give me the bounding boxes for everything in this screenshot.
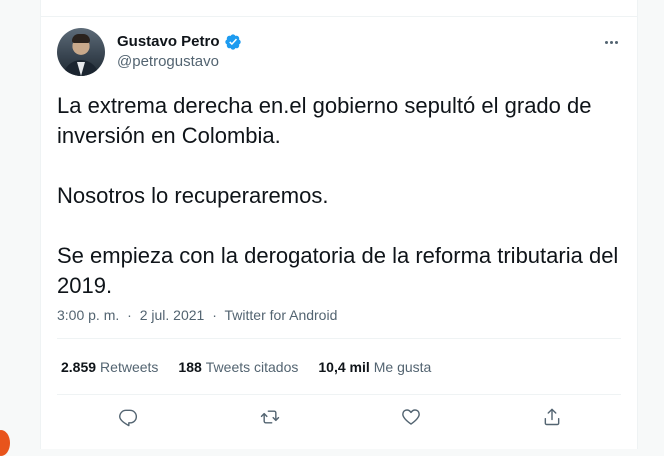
tweet-card: Gustavo Petro @petrogustavo La extrema d… [40,0,638,449]
likes-stat[interactable]: 10,4 mil Me gusta [318,357,431,377]
reply-icon [119,409,138,427]
likes-label: Me gusta [373,359,432,375]
meta-separator: · [127,307,132,323]
divider [57,338,621,339]
more-dots-icon[interactable] [601,32,621,52]
background-decoration [0,430,10,456]
retweets-count: 2.859 [61,359,97,375]
tweet-text: La extrema derecha en.el gobierno sepult… [57,93,619,298]
retweet-button[interactable] [257,404,283,430]
like-button[interactable] [398,404,424,430]
author-handle[interactable]: @petrogustavo [117,53,219,71]
tweet-meta: 3:00 p. m. · 2 jul. 2021 · Twitter for A… [57,305,337,325]
likes-count: 10,4 mil [318,359,370,375]
retweets-label: Retweets [100,359,159,375]
action-bar [41,402,637,432]
quotes-count: 188 [178,359,202,375]
meta-separator: · [212,307,217,323]
author-name[interactable]: Gustavo Petro [117,32,220,52]
tweet-stats: 2.859 Retweets 188 Tweets citados 10,4 mil… [61,357,431,377]
tweet-source[interactable]: Twitter for Android [225,307,338,323]
divider [57,394,621,395]
retweet-icon [260,410,280,424]
divider [41,16,637,17]
retweets-stat[interactable]: 2.859 Retweets [61,357,158,377]
quotes-label: Tweets citados [205,359,299,375]
avatar[interactable] [57,28,105,76]
quotes-stat[interactable]: 188 Tweets citados [178,357,298,377]
tweet-date[interactable]: 2 jul. 2021 [140,307,205,323]
share-icon [544,408,560,426]
heart-icon [402,409,420,425]
reply-button[interactable] [115,404,141,430]
verified-badge-icon [224,34,241,50]
author-name-row: Gustavo Petro [117,32,242,52]
tweet-time[interactable]: 3:00 p. m. [57,307,119,323]
share-button[interactable] [539,404,565,430]
